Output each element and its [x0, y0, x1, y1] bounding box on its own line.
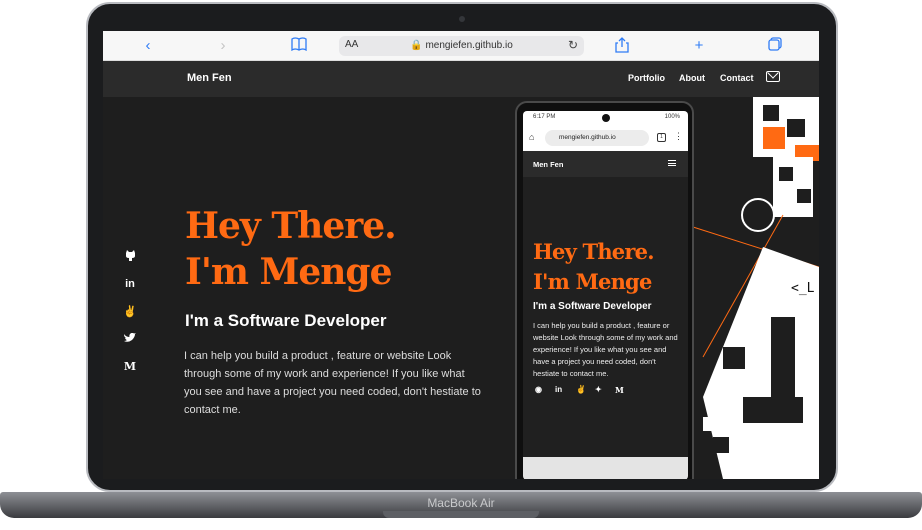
new-tab-icon[interactable]: +	[690, 37, 708, 55]
phone-angellist-icon[interactable]: ✌	[576, 385, 586, 394]
twitter-icon[interactable]	[123, 332, 137, 346]
phone-hero-subtitle: I'm a Software Developer	[533, 301, 652, 312]
angellist-icon[interactable]: ✌	[123, 305, 137, 318]
hero-description: I can help you build a product , feature…	[184, 350, 481, 416]
device-label: MacBook Air	[427, 496, 495, 510]
home-icon[interactable]: ⌂	[529, 132, 534, 142]
hamburger-icon[interactable]	[668, 160, 676, 166]
address-bar[interactable]: AA 🔒 mengiefen.github.io ↻	[339, 36, 584, 56]
nav-about[interactable]: About	[679, 73, 705, 83]
phone-address-row: ⌂ mengiefen.github.io 1 ⋮	[523, 125, 688, 151]
share-icon[interactable]	[613, 37, 631, 55]
phone-hero-description: I can help you build a product , feature…	[533, 321, 678, 378]
reload-icon[interactable]: ↻	[568, 38, 578, 52]
back-icon[interactable]: ‹	[139, 37, 157, 55]
phone-site-brand[interactable]: Men Fen	[533, 160, 563, 169]
url-text: 🔒 mengiefen.github.io	[410, 40, 513, 51]
mail-icon[interactable]	[766, 71, 780, 82]
hero-subtitle: I'm a Software Developer	[185, 311, 387, 330]
phone-github-icon[interactable]: ◉	[535, 385, 542, 394]
phone-linkedin-icon[interactable]: in	[555, 385, 562, 394]
phone-hero-title-line-2: I'm Menge	[533, 269, 652, 294]
phone-tabs-icon[interactable]: 1	[657, 133, 666, 142]
phone-url[interactable]: mengiefen.github.io	[545, 130, 649, 146]
phone-hero-title-line-1: Hey There.	[533, 239, 655, 264]
hero-title: Hey There. I'm Menge	[185, 203, 397, 295]
phone-battery: 100%	[664, 114, 680, 120]
tabs-icon[interactable]	[766, 37, 784, 55]
linkedin-icon[interactable]: in	[123, 278, 137, 290]
phone-bottom-bar	[523, 457, 688, 479]
url-value: mengiefen.github.io	[425, 40, 513, 51]
camera-icon	[459, 16, 465, 22]
svg-text:<_L: <_L	[791, 281, 815, 296]
hero-title-line-2: I'm Menge	[185, 251, 392, 293]
site-navbar: Men Fen Portfolio About Contact	[103, 61, 819, 97]
browser-screen: ‹ › AA 🔒 mengiefen.github.io ↻ + Men Fen…	[103, 31, 819, 479]
phone-time: 6:17 PM	[533, 114, 556, 120]
laptop-notch	[383, 511, 539, 518]
site-brand[interactable]: Men Fen	[187, 72, 232, 84]
nav-portfolio[interactable]: Portfolio	[628, 73, 665, 83]
bookmarks-icon[interactable]	[290, 37, 308, 55]
phone-site-navbar: Men Fen	[523, 151, 688, 177]
github-icon[interactable]	[123, 250, 137, 264]
phone-screen: 6:17 PM 100% ⌂ mengiefen.github.io 1 ⋮ M…	[523, 111, 688, 479]
phone-menu-icon[interactable]: ⋮	[674, 131, 683, 142]
front-camera-icon	[602, 114, 610, 122]
phone-status-bar: 6:17 PM 100%	[523, 111, 688, 125]
forward-icon[interactable]: ›	[214, 37, 232, 55]
nav-contact[interactable]: Contact	[720, 73, 754, 83]
hero-title-line-1: Hey There.	[185, 205, 397, 247]
phone-twitter-icon[interactable]: ✦	[595, 385, 602, 394]
phone-mockup: 6:17 PM 100% ⌂ mengiefen.github.io 1 ⋮ M…	[515, 101, 694, 479]
phone-hero-title: Hey There. I'm Menge	[533, 237, 655, 297]
browser-toolbar: ‹ › AA 🔒 mengiefen.github.io ↻ +	[103, 31, 819, 61]
medium-icon[interactable]: M	[123, 360, 137, 373]
phone-medium-icon[interactable]: M	[615, 385, 624, 395]
